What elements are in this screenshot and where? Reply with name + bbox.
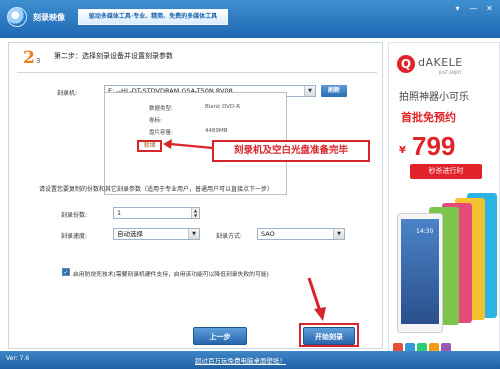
previous-button[interactable]: 上一步 (193, 327, 247, 345)
ad-sale-button[interactable]: 秒杀进行时 (410, 164, 482, 179)
mode-label: 刻录方式: (216, 233, 243, 240)
ad-price: 799 (412, 131, 456, 161)
brand-logo-icon: Q (397, 55, 415, 73)
chevron-down-icon[interactable]: ▼ (333, 229, 344, 239)
speed-label: 刻录速度: (61, 233, 88, 240)
copies-value: 1 (117, 209, 122, 217)
step-total: 3 (36, 57, 41, 65)
underrun-checkbox[interactable]: ✓ (62, 268, 70, 276)
step-number: 2 (23, 48, 35, 68)
phone-image: 14:30 (397, 213, 443, 333)
minimize-button[interactable]: — (467, 3, 480, 14)
header-banner[interactable]: 驱动多媒体工具·专业、精简、免费的多媒体工具 (78, 9, 228, 25)
copies-label: 刻录份数: (61, 212, 88, 219)
step-title: 第二步：选择刻录设备并设置刻录参数 (54, 52, 173, 60)
chevron-down-icon[interactable]: ▼ (304, 86, 315, 96)
start-arrow-icon (307, 277, 326, 321)
main-panel: 2 3 第二步：选择刻录设备并设置刻录参数 刻录机: E: --HL-DT-ST… (8, 42, 383, 349)
ad-subheadline: 首批免预约 (401, 111, 456, 124)
speed-select[interactable]: 自动选择 ▼ (113, 228, 200, 240)
burner-label: 刻录机: (57, 90, 78, 97)
status-bar: Ver: 7.6 超过百万玩免费电脑桌面壁纸！ (0, 351, 500, 369)
disc-capacity-value: 4489MB (205, 128, 228, 134)
mode-select[interactable]: SAO ▼ (257, 228, 345, 240)
title-bar: 刻录映像 驱动多媒体工具·专业、精简、免费的多媒体工具 ▾ — ✕ (0, 0, 500, 38)
disc-capacity-key: 盘片容量: (149, 130, 173, 136)
stepper-arrows-icon[interactable]: ▲ ▼ (191, 208, 199, 218)
refresh-button[interactable]: 刷新 (321, 85, 347, 97)
menu-dropdown-icon[interactable]: ▾ (451, 3, 464, 14)
annotation-arrow-icon (163, 139, 214, 150)
ad-currency: ¥ (399, 145, 406, 156)
divider (17, 72, 377, 73)
ad-panel[interactable]: Q dAKELE JUST ENJOY 拍照神器小可乐 首批免预约 ¥ 799 … (388, 42, 500, 354)
ad-brand: dAKELE (418, 56, 463, 69)
ready-status-badge: 就绪 (137, 140, 162, 152)
start-burn-button[interactable]: 开始刻录 (303, 327, 355, 345)
ad-slogan: JUST ENJOY (439, 70, 462, 75)
speed-value: 自动选择 (117, 230, 143, 238)
disc-type-value: Blank DVD-R (205, 104, 241, 110)
app-title: 刻录映像 (33, 13, 65, 22)
wallpaper-link[interactable]: 超过百万玩免费电脑桌面壁纸！ (195, 355, 286, 365)
app-logo-icon (7, 7, 27, 27)
annotation-callout: 刻录机及空白光盘准备完毕 (212, 140, 370, 162)
settings-note: 请设置您要复制的份数和其它刻录参数（适用于专业用户，普通用户可以直接点下一步） (39, 186, 274, 193)
underrun-checkbox-label: 启用防烧死技术(需要刻录机硬件支持，启用该功能可以降低刻录失败的可能) (73, 272, 269, 278)
window-controls: ▾ — ✕ (451, 3, 496, 14)
ad-headline: 拍照神器小可乐 (399, 92, 469, 103)
disc-label-key: 卷标: (149, 118, 162, 124)
close-button[interactable]: ✕ (483, 3, 496, 14)
disc-type-key: 数据类型: (149, 106, 173, 112)
mode-value: SAO (261, 230, 275, 238)
version-label: Ver: 7.6 (6, 355, 30, 362)
phone-clock: 14:30 (416, 228, 434, 235)
chevron-down-icon[interactable]: ▼ (188, 229, 199, 239)
copies-stepper[interactable]: 1 ▲ ▼ (113, 207, 200, 219)
